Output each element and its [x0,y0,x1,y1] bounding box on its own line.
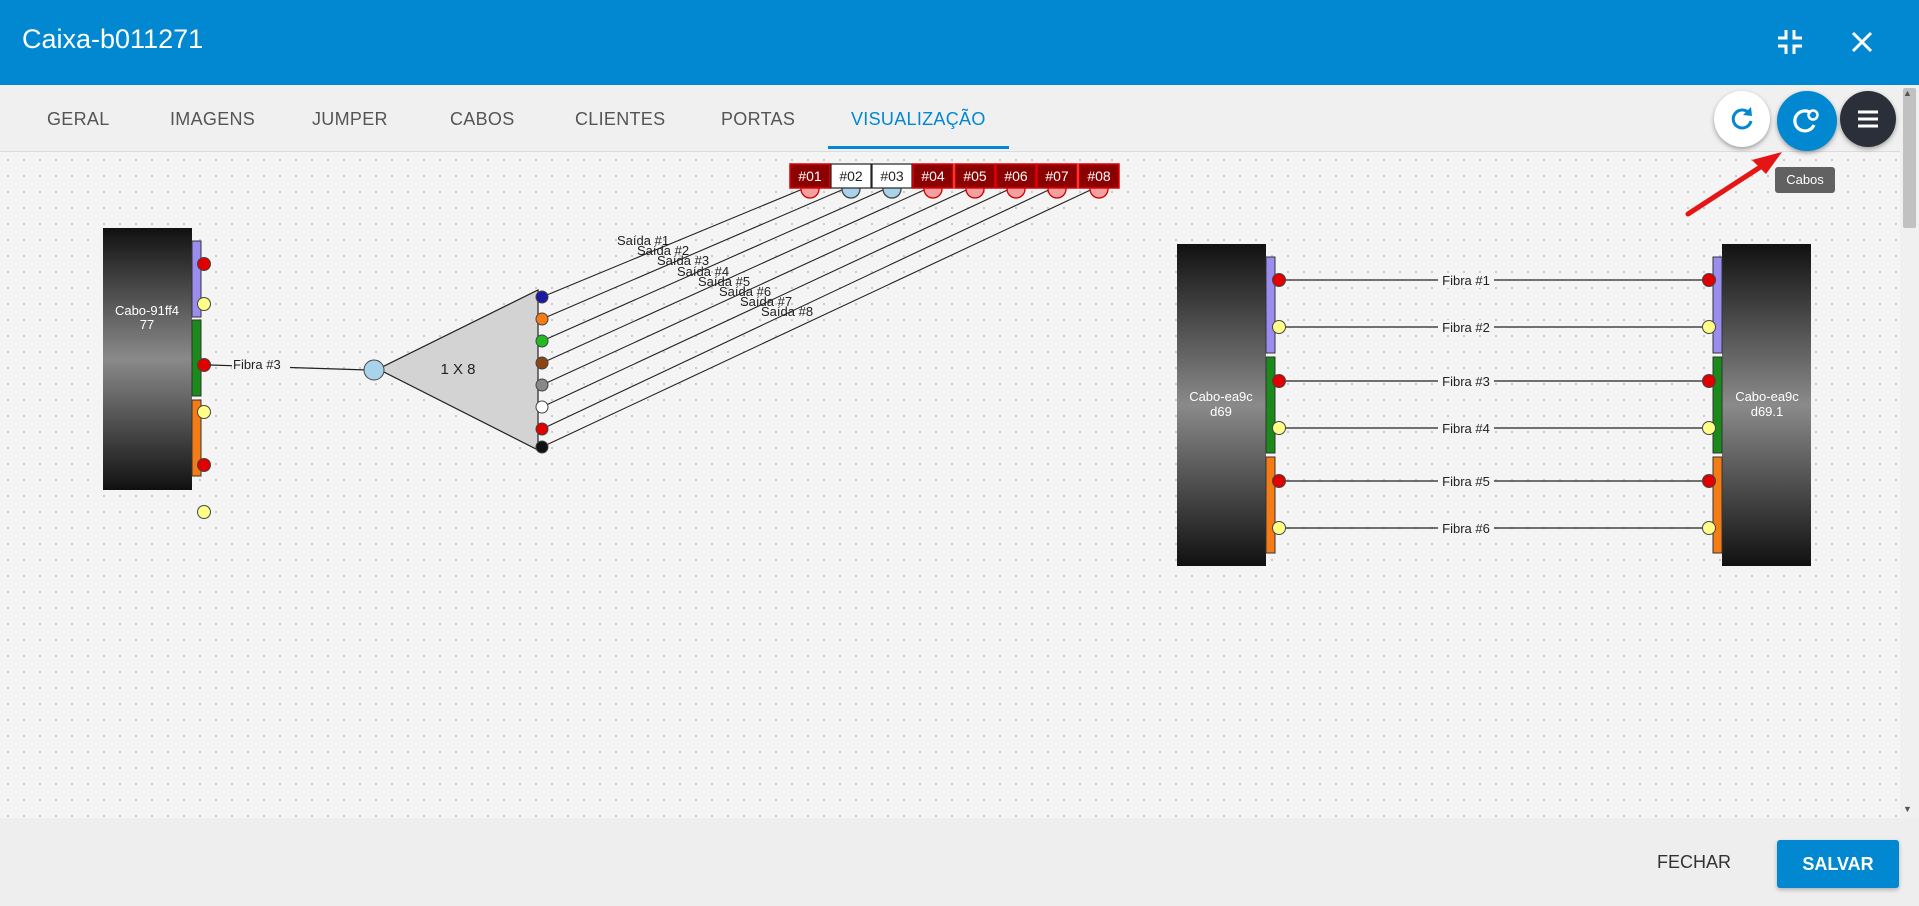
port-label-6: #06 [1004,168,1028,184]
tab-clientes[interactable]: CLIENTES [575,109,665,130]
splitter-out-2[interactable] [535,312,549,326]
refresh-icon [1731,107,1753,130]
splitter-out-5[interactable] [535,378,549,392]
collapse-button[interactable] [1770,22,1810,62]
fiber-label-4: Fibra #4 [1442,421,1490,436]
splitter-out-6[interactable] [535,400,549,414]
dialog-header: Caixa-b011271 [0,0,1919,85]
cable-b-fiber-5[interactable] [1702,474,1716,488]
scroll-up-arrow[interactable]: ▲ [1903,88,1912,98]
diagram-svg: Cabo-91ff4 77 Fibra #3 1 X 8 Saída #1 Sa… [103,152,1811,566]
collapse-icon [1778,30,1802,54]
output-label-8: Saída #8 [761,304,813,319]
scrollbar-thumb[interactable] [1903,88,1916,228]
tab-cabos[interactable]: CABOS [450,109,515,130]
port-label-2: #02 [839,168,863,184]
left-tube-green [191,319,202,397]
dialog-title: Caixa-b011271 [22,24,204,54]
cables-tooltip: Cabos [1775,167,1835,193]
cable-a-fiber-5[interactable] [1272,474,1286,488]
tab-visualizacao[interactable]: VISUALIZAÇÃO [851,109,986,130]
cable-a-fiber-4[interactable] [1272,421,1286,435]
hamburger-icon [1858,110,1878,128]
cable-b-fiber-2[interactable] [1702,320,1716,334]
cable-b-tube-blue [1712,256,1723,354]
port-label-1: #01 [798,168,822,184]
cable-b-fiber-4[interactable] [1702,421,1716,435]
port-label-3: #03 [880,168,904,184]
menu-button[interactable] [1840,91,1896,147]
port-label-4: #04 [921,168,945,184]
cable-b-fiber-3[interactable] [1702,374,1716,388]
close-icon [1851,31,1873,53]
close-button[interactable] [1842,22,1882,62]
fiber-label-5: Fibra #5 [1442,474,1490,489]
splitter-out-7[interactable] [535,422,549,436]
left-cable-name-1: Cabo-91ff4 [115,303,179,318]
cable-a-fiber-2[interactable] [1272,320,1286,334]
cable-b-tube-orange [1712,456,1723,554]
cable-b-fiber-1[interactable] [1702,273,1716,287]
fiber-label-2: Fibra #2 [1442,320,1490,335]
splitter-input[interactable] [363,359,385,381]
left-fiber-6[interactable] [197,505,211,519]
splitter-out-1[interactable] [535,290,549,304]
diagram-canvas[interactable]: Cabo-91ff4 77 Fibra #3 1 X 8 Saída #1 Sa… [0,152,1900,818]
cable-b-name-1: Cabo-ea9c [1735,389,1799,404]
splitter-out-8[interactable] [535,440,549,454]
left-fiber-5[interactable] [197,458,211,472]
cables-button[interactable] [1777,91,1837,151]
tab-portas[interactable]: PORTAS [721,109,795,130]
active-tab-indicator [828,146,1009,149]
port-label-8: #08 [1087,168,1111,184]
cable-b-tube-green [1712,356,1723,454]
close-dialog-button[interactable]: FECHAR [1640,840,1748,884]
port-label-5: #05 [963,168,987,184]
cable-a-fiber-6[interactable] [1272,521,1286,535]
left-fiber-4[interactable] [197,405,211,419]
fiber-label-1: Fibra #1 [1442,273,1490,288]
tab-jumper[interactable]: JUMPER [312,109,388,130]
tab-imagens[interactable]: IMAGENS [170,109,255,130]
refresh-button[interactable] [1714,91,1770,147]
splitter-out-3[interactable] [535,334,549,348]
scroll-down-arrow[interactable]: ▼ [1903,804,1912,814]
cable-a-tube-blue [1265,256,1276,354]
cable-a-fiber-3[interactable] [1272,374,1286,388]
tab-bar: GERAL IMAGENS JUMPER CABOS CLIENTES PORT… [0,85,1900,152]
port-label-7: #07 [1045,168,1069,184]
left-cable-name-2: 77 [140,317,154,332]
fiber-label-3: Fibra #3 [1442,374,1490,389]
left-fiber-label: Fibra #3 [233,357,281,372]
cable-a-fiber-1[interactable] [1272,273,1286,287]
cable-b-fiber-6[interactable] [1702,521,1716,535]
cable-a-name-1: Cabo-ea9c [1189,389,1253,404]
cable-a-name-2: d69 [1210,404,1232,419]
dialog-footer: FECHAR SALVAR [0,818,1919,906]
left-fiber-1[interactable] [197,257,211,271]
cable-a-tube-orange [1265,456,1276,554]
cable-link-icon [1793,109,1819,133]
left-fiber-3[interactable] [197,358,211,372]
splitter-out-4[interactable] [535,356,549,370]
fiber-label-6: Fibra #6 [1442,521,1490,536]
save-button[interactable]: SALVAR [1777,840,1899,888]
cable-a-tube-green [1265,356,1276,454]
tab-geral[interactable]: GERAL [47,109,110,130]
splitter-label: 1 X 8 [440,361,475,378]
left-fiber-2[interactable] [197,297,211,311]
annotation-arrow [1685,161,1768,217]
left-cable-body[interactable] [103,228,192,490]
cable-b-name-2: d69.1 [1751,404,1784,419]
